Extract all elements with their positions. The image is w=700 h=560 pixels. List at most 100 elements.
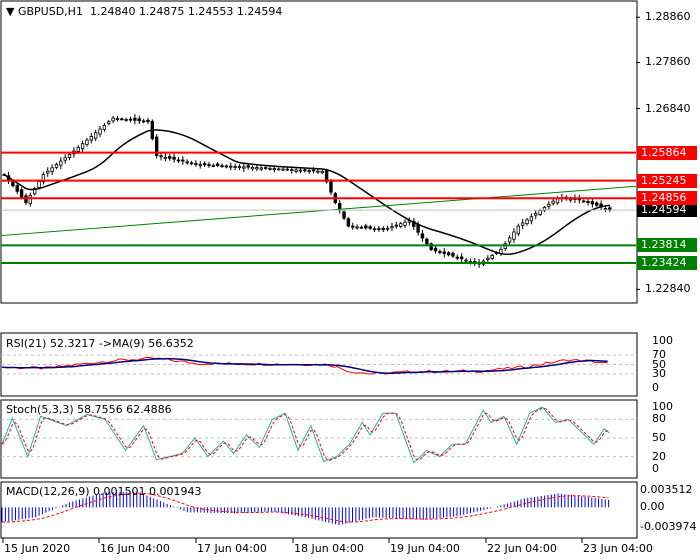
trading-chart-window[interactable]: ▼ GBPUSD,H1 1.24840 1.24875 1.24553 1.24… xyxy=(0,0,700,560)
rsi-tick-label: 30 xyxy=(652,366,666,380)
candle-body xyxy=(224,165,229,168)
candle-body xyxy=(107,121,111,125)
moving-average-line xyxy=(3,129,610,255)
candle-body xyxy=(59,160,63,166)
candle-body xyxy=(281,168,285,171)
candle-body xyxy=(189,162,194,165)
candle-body xyxy=(229,165,233,168)
candle-body xyxy=(512,231,516,240)
candle-body xyxy=(459,256,464,260)
candle-body xyxy=(111,117,115,122)
candle-body xyxy=(303,169,307,172)
candle-body xyxy=(507,237,512,243)
candle-body xyxy=(442,251,446,254)
level-price-tag: 1.25864 xyxy=(637,145,697,160)
candle-body xyxy=(451,252,455,257)
candle-body xyxy=(141,120,146,123)
candle-body xyxy=(385,227,390,230)
candle-body xyxy=(19,189,24,198)
candle-body xyxy=(398,223,403,227)
rsi-label: RSI(21) 52.3217 ->MA(9) 56.6352 xyxy=(6,337,194,350)
price-tick-label: 1.28860 xyxy=(645,10,691,24)
candle-body xyxy=(50,167,54,172)
candle-body xyxy=(76,146,80,152)
candle-body xyxy=(102,124,107,130)
collapse-triangle-icon[interactable]: ▼ xyxy=(6,5,18,18)
candle-body xyxy=(420,233,425,239)
chart-canvas[interactable] xyxy=(0,0,700,560)
candle-body xyxy=(172,156,176,160)
candle-body xyxy=(37,181,41,188)
candle-body xyxy=(181,159,185,162)
candle-body xyxy=(159,155,163,158)
candle-body xyxy=(255,167,259,170)
level-price-tag: 1.24856 xyxy=(637,191,697,206)
candle-body xyxy=(124,119,128,121)
candle-body xyxy=(516,225,521,235)
time-tick-label: 18 Jun 04:00 xyxy=(294,542,364,555)
candle-body xyxy=(128,118,133,121)
candle-body xyxy=(595,202,599,206)
candle-body xyxy=(394,224,399,227)
candle-body xyxy=(455,256,460,259)
time-tick-label: 17 Jun 04:00 xyxy=(197,542,267,555)
candle-body xyxy=(381,227,385,231)
candle-body xyxy=(176,159,181,162)
candle-body xyxy=(120,118,124,121)
stoch-tick-label: 0 xyxy=(652,462,659,475)
candle-body xyxy=(202,163,207,166)
candle-body xyxy=(194,163,198,165)
candle-body xyxy=(93,132,98,139)
rsi-tick-label: 100 xyxy=(652,334,673,347)
candle-body xyxy=(364,225,368,229)
candle-body xyxy=(215,163,220,166)
rsi-ma-line xyxy=(1,357,608,374)
candle-body xyxy=(268,167,272,170)
candle-body xyxy=(163,156,168,159)
candle-body xyxy=(377,228,381,231)
candle-body xyxy=(568,198,573,201)
candle-body xyxy=(133,117,137,121)
candle-body xyxy=(551,200,555,204)
stoch-label: Stoch(5,3,3) 58.7556 62.4886 xyxy=(6,403,172,416)
symbol-label: GBPUSD,H1 xyxy=(17,5,83,18)
candle-body xyxy=(211,164,216,167)
candle-body xyxy=(259,167,263,170)
candle-body xyxy=(115,118,120,120)
candle-body xyxy=(137,118,141,122)
candle-body xyxy=(486,257,490,261)
macd-tick-label: 0.00 xyxy=(640,500,665,514)
candle-body xyxy=(490,254,494,260)
candle-body xyxy=(538,210,542,215)
macd-tick-label: -0.003974 xyxy=(640,520,697,533)
time-tick-label: 22 Jun 04:00 xyxy=(487,542,557,555)
candle-body xyxy=(320,170,324,174)
level-price-tag: 1.23424 xyxy=(637,255,697,270)
candle-body xyxy=(425,238,429,245)
candle-body xyxy=(28,195,33,205)
stoch-tick-label: 100 xyxy=(652,400,673,413)
rsi-tick-label: 0 xyxy=(652,381,659,394)
candle-body xyxy=(298,169,303,172)
time-tick-label: 23 Jun 04:00 xyxy=(583,542,653,555)
stoch-tick-label: 50 xyxy=(652,431,666,444)
ohlc-values: 1.24840 1.24875 1.24553 1.24594 xyxy=(89,5,283,18)
candle-body xyxy=(359,226,364,229)
candle-body xyxy=(581,200,586,203)
candle-body xyxy=(464,259,468,262)
candle-body xyxy=(233,166,237,168)
candle-body xyxy=(311,169,316,172)
candle-body xyxy=(80,143,85,150)
candle-body xyxy=(168,156,172,159)
candle-body xyxy=(307,170,311,173)
candle-body xyxy=(534,213,538,216)
macd-tick-label: 0.003512 xyxy=(640,483,693,496)
candle-body xyxy=(529,216,534,222)
candle-body xyxy=(185,161,189,164)
candle-body xyxy=(329,181,333,193)
level-price-tag: 1.25245 xyxy=(637,173,697,188)
candle-body xyxy=(276,168,281,171)
candle-body xyxy=(89,135,94,141)
candle-body xyxy=(525,219,529,225)
level-price-tag: 1.23814 xyxy=(637,238,697,253)
